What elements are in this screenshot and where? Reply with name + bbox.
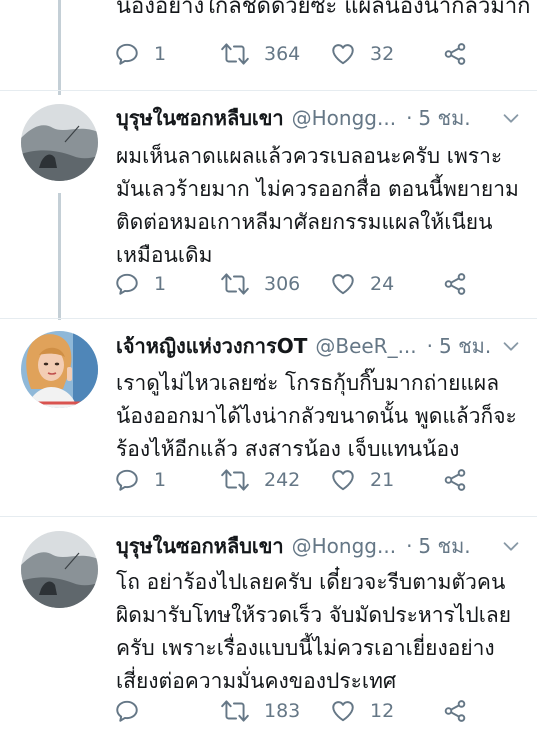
retweet-button[interactable]: 364 [220,39,300,69]
tweet-line: เหมือนเดิม [116,243,213,267]
display-name[interactable]: บุรุษในซอกหลืบเขา [116,530,284,562]
tweet-text: ผมเห็นลาดแผลแล้วควรเบลอนะครับ เพราะ มันเ… [116,140,530,272]
tweet-header: บุรุษในซอกหลืบเขา @Hongg... · 5 ชม. [116,531,526,561]
reply-icon [114,467,140,493]
display-name[interactable]: บุรุษในซอกหลืบเขา [116,102,284,134]
reply-icon [114,271,140,297]
retweet-count: 364 [264,43,301,65]
like-icon [330,41,356,67]
like-count: 32 [370,43,395,65]
user-handle[interactable]: @Hongg... [292,106,396,130]
reply-button[interactable]: 1 [114,465,166,495]
tweet-actions: 1 306 24 [112,269,532,299]
tweet-text: โถ อย่าร้องไปเลยครับ เดี๋ยวจะรีบตามตัวคน… [116,566,530,698]
thread-line [58,0,61,95]
tweet-text: เราดูไม่ไหวเลยซ่ะ โกรธกุ้บกิ๊บมากถ่ายแผล… [116,367,530,466]
tweet-line: โถ อย่าร้องไปเลยครับ เดี๋ยวจะรีบตามตัวคน [116,570,506,594]
retweet-icon [220,271,250,297]
user-handle[interactable]: @Hongg... [292,534,396,558]
like-icon [330,467,356,493]
tweet-line: ร้องไห้อีกแล้ว สงสารน้อง เจ็บแทนน้อง [116,437,460,461]
avatar[interactable] [21,331,98,408]
share-icon [442,698,468,724]
like-icon [330,698,356,724]
like-button[interactable]: 24 [330,269,394,299]
share-button[interactable] [442,269,468,299]
tweet-line: ครับ เพราะเรื่องแบบนี้ไม่ควรเอาเยี่ยงอย่… [116,636,495,660]
avatar-illustration [21,331,98,408]
avatar-photo [21,104,98,181]
chevron-down-icon[interactable] [500,535,522,557]
tweet-line: ผมเห็นลาดแผลแล้วควรเบลอนะครับ เพราะ [116,144,503,168]
retweet-button[interactable]: 306 [220,269,300,299]
chevron-down-icon[interactable] [500,107,522,129]
retweet-count: 242 [264,469,301,491]
display-name[interactable]: เจ้าหญิงแห่งวงการOT [116,330,307,362]
retweet-icon [220,698,250,724]
reply-icon [114,698,140,724]
tweet-line: เสี่ยงต่อความมั่นคงของประเทศ [116,669,397,693]
timestamp[interactable]: 5 ชม. [439,330,491,362]
like-button[interactable]: 12 [330,696,394,726]
tweet-actions: 1 242 21 [112,465,532,495]
tweet-header: เจ้าหญิงแห่งวงการOT @BeeR_... · 5 ชม. [116,331,526,361]
timestamp[interactable]: 5 ชม. [418,530,470,562]
tweet-line: เราดูไม่ไหวเลยซ่ะ โกรธกุ้บกิ๊บมากถ่ายแผล [116,371,500,395]
retweet-button[interactable]: 242 [220,465,300,495]
tweet-actions: 1 364 32 [112,39,532,69]
like-count: 24 [370,273,395,295]
retweet-icon [220,41,250,67]
reply-count: 1 [154,273,167,295]
like-icon [330,271,356,297]
like-count: 21 [370,469,395,491]
like-button[interactable]: 21 [330,465,394,495]
avatar[interactable] [21,104,98,181]
retweet-count: 306 [264,273,301,295]
tweet-line: มันเลวร้ายมาก ไม่ควรออกสื่อ ตอนนี้พยายาม [116,177,519,201]
share-button[interactable] [442,696,468,726]
separator-dot: · [406,106,413,130]
tweet-line: ติดต่อหมอเกาหลีมาศัลยกรรมแผลให้เนียน [116,210,493,234]
chevron-down-icon[interactable] [500,335,522,357]
reply-button[interactable]: 1 [114,269,166,299]
reply-icon [114,41,140,67]
reply-button[interactable] [114,696,154,726]
tweet-header: บุรุษในซอกหลืบเขา @Hongg... · 5 ชม. [116,103,526,133]
share-icon [442,271,468,297]
separator-dot: · [406,534,413,558]
timestamp[interactable]: 5 ชม. [418,102,470,134]
retweet-button[interactable]: 183 [220,696,300,726]
retweet-icon [220,467,250,493]
tweet-actions: 183 12 [112,696,532,726]
share-icon [442,41,468,67]
tweet-line: ผิดมารับโทษให้รวดเร็ว จับมัดประหารไปเลย [116,603,512,627]
avatar[interactable] [21,531,98,608]
share-button[interactable] [442,39,468,69]
divider [0,318,537,319]
divider [0,516,537,517]
reply-button[interactable]: 1 [114,39,166,69]
divider [0,90,537,91]
user-handle[interactable]: @BeeR_... [315,334,416,358]
reply-count: 1 [154,43,167,65]
retweet-count: 183 [264,700,301,722]
tweet-line: น้องออกมาได้ไงน่ากลัวขนาดนั้น พูดแล้วก็จ… [116,404,517,428]
avatar-photo [21,531,98,608]
tweet-text-partial: น้องอย่างใกล้ชิดด้วยซ่ะ แผลน้องน่ากลัวมา… [116,0,531,19]
like-button[interactable]: 32 [330,39,394,69]
thread-line [58,193,61,320]
like-count: 12 [370,700,395,722]
separator-dot: · [426,334,434,358]
reply-count: 1 [154,469,167,491]
share-button[interactable] [442,465,468,495]
share-icon [442,467,468,493]
